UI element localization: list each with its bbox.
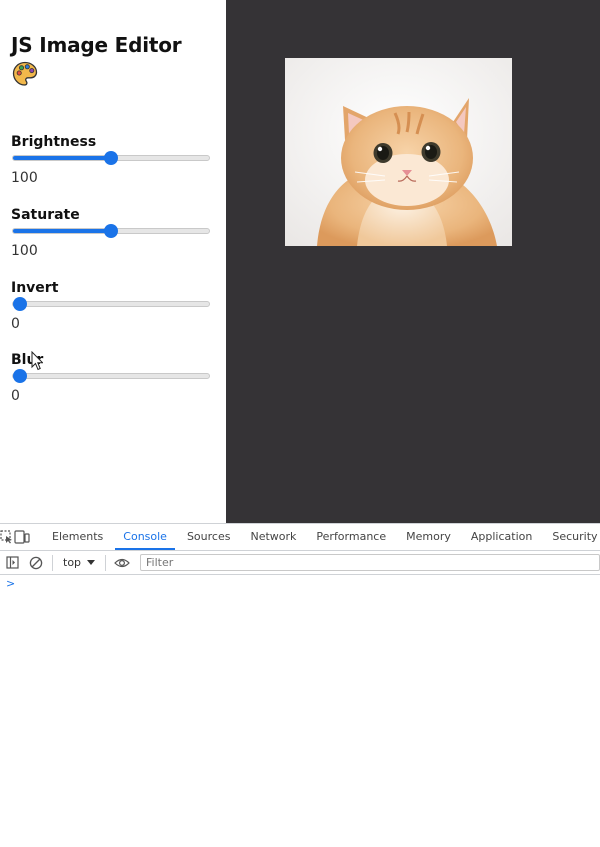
- cat-photo: [285, 58, 512, 246]
- console-toolbar: top: [0, 551, 600, 575]
- tab-memory[interactable]: Memory: [396, 524, 461, 550]
- dropdown-arrow-icon: [87, 559, 96, 565]
- invert-label: Invert: [11, 280, 59, 296]
- mouse-cursor-icon: [31, 351, 43, 371]
- context-selector[interactable]: top: [57, 556, 101, 569]
- brightness-slider[interactable]: [12, 151, 210, 165]
- invert-thumb[interactable]: [13, 297, 27, 311]
- invert-value: 0: [11, 316, 20, 332]
- devtools-tab-bar: Elements Console Sources Network Perform…: [0, 524, 600, 551]
- saturate-control: Saturate 100: [11, 207, 211, 259]
- tab-network[interactable]: Network: [240, 524, 306, 550]
- tab-security[interactable]: Security: [542, 524, 600, 550]
- inspect-element-icon[interactable]: [0, 524, 14, 550]
- tab-elements[interactable]: Elements: [42, 524, 113, 550]
- invert-control: Invert 0: [11, 280, 211, 332]
- blur-slider[interactable]: [12, 369, 210, 383]
- sidebar-toggle-icon[interactable]: [0, 551, 24, 575]
- page-title: JS Image Editor: [11, 33, 182, 57]
- saturate-slider[interactable]: [12, 224, 210, 238]
- brightness-label: Brightness: [11, 134, 97, 150]
- tab-application[interactable]: Application: [461, 524, 542, 550]
- brightness-value: 100: [11, 170, 38, 186]
- device-toolbar-icon[interactable]: [14, 524, 30, 550]
- filter-input[interactable]: [140, 554, 600, 571]
- blur-thumb[interactable]: [13, 369, 27, 383]
- devtools-panel: Elements Console Sources Network Perform…: [0, 523, 600, 847]
- controls-panel: JS Image Editor Brightness 100 Saturate …: [0, 0, 226, 523]
- divider: [52, 554, 53, 571]
- invert-slider[interactable]: [12, 297, 210, 311]
- saturate-fill: [13, 229, 111, 233]
- image-preview-area: [226, 0, 600, 523]
- palette-icon: [12, 61, 38, 86]
- brightness-fill: [13, 156, 111, 160]
- divider: [105, 554, 107, 571]
- tab-performance[interactable]: Performance: [306, 524, 396, 550]
- tab-console[interactable]: Console: [113, 524, 177, 550]
- saturate-value: 100: [11, 243, 38, 259]
- eye-icon[interactable]: [110, 551, 134, 575]
- brightness-thumb[interactable]: [104, 151, 118, 165]
- saturate-thumb[interactable]: [104, 224, 118, 238]
- context-label: top: [63, 556, 82, 569]
- tab-sources[interactable]: Sources: [177, 524, 241, 550]
- blur-value: 0: [11, 388, 20, 404]
- brightness-control: Brightness 100: [11, 134, 211, 186]
- app: JS Image Editor Brightness 100 Saturate …: [0, 0, 600, 523]
- cat-image: [285, 58, 512, 246]
- saturate-label: Saturate: [11, 207, 80, 223]
- clear-console-icon[interactable]: [24, 551, 48, 575]
- console-prompt[interactable]: >: [6, 577, 15, 590]
